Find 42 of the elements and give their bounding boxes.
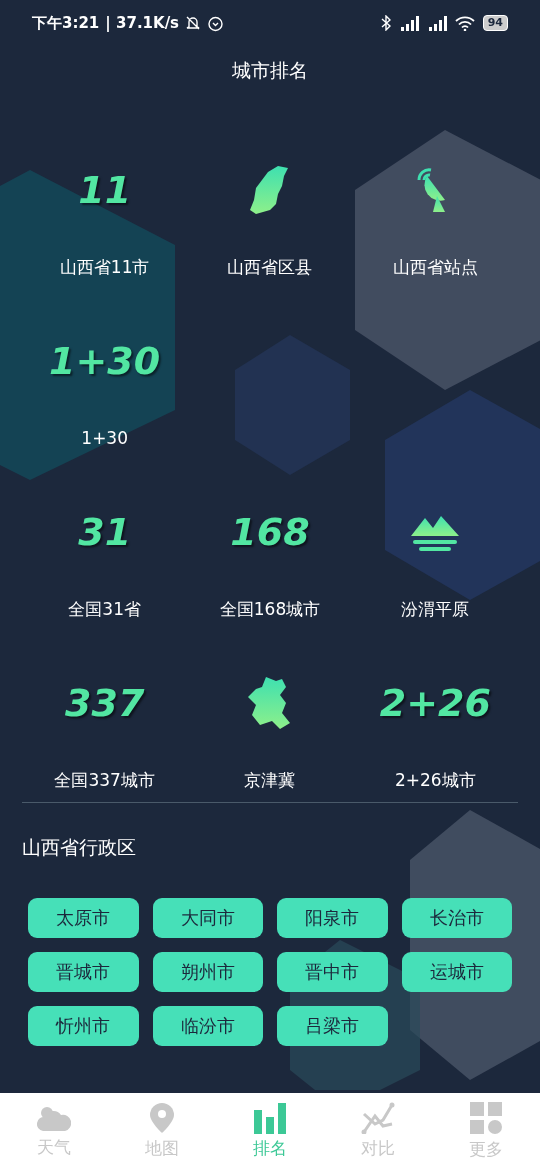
line-chart-icon xyxy=(361,1101,395,1134)
city-chip[interactable]: 阳泉市 xyxy=(277,897,388,938)
city-chip[interactable]: 晋中市 xyxy=(277,951,388,992)
alarm-icon xyxy=(207,14,225,32)
ranking-label[interactable]: 汾渭平原 xyxy=(401,597,470,623)
ranking-label[interactable]: 山西省11市 xyxy=(59,255,150,281)
wifi-icon xyxy=(454,15,475,31)
battery-indicator: 94 xyxy=(482,15,508,31)
ranking-label[interactable]: 全国337城市 xyxy=(54,768,155,794)
network-speed: | 37.1K/s xyxy=(105,12,180,34)
city-chip[interactable]: 大同市 xyxy=(152,897,263,938)
city-chip[interactable]: 长治市 xyxy=(401,897,512,938)
location-pin-icon xyxy=(149,1101,175,1134)
city-chip[interactable]: 太原市 xyxy=(28,897,139,938)
bell-off-icon xyxy=(185,15,202,31)
number-glyph: 2+26 xyxy=(379,684,491,722)
ranking-label[interactable]: 1+30 xyxy=(81,426,128,452)
ranking-label[interactable]: 全国31省 xyxy=(68,597,141,623)
ranking-label[interactable]: 2+26城市 xyxy=(394,768,476,794)
city-chip[interactable]: 忻州市 xyxy=(28,1005,139,1046)
number-glyph: 31 xyxy=(78,513,132,551)
signal-icon xyxy=(398,15,419,31)
city-chip[interactable]: 运城市 xyxy=(401,951,512,992)
city-chip[interactable]: 吕梁市 xyxy=(277,1005,388,1046)
city-chip[interactable]: 晋城市 xyxy=(28,951,139,992)
bluetooth-icon xyxy=(380,15,391,31)
signal-icon xyxy=(426,15,447,31)
number-glyph: 337 xyxy=(65,684,145,722)
ranking-label[interactable]: 全国168城市 xyxy=(219,597,321,623)
ranking-label[interactable]: 京津冀 xyxy=(244,768,296,794)
number-glyph: 1+30 xyxy=(49,342,161,380)
status-time: 下午3:21 xyxy=(32,12,100,34)
city-chip[interactable]: 朔州市 xyxy=(152,951,263,992)
city-chip[interactable]: 临汾市 xyxy=(152,1005,263,1046)
number-glyph: 11 xyxy=(78,171,132,209)
page-title: 城市排名 xyxy=(232,57,308,83)
section-title: 山西省行政区 xyxy=(22,836,136,858)
ranking-label[interactable]: 山西省站点 xyxy=(392,255,478,281)
bar-chart-icon xyxy=(253,1101,287,1134)
grid-icon xyxy=(469,1100,503,1135)
number-glyph: 168 xyxy=(230,513,310,551)
ranking-label[interactable]: 山西省区县 xyxy=(227,255,313,281)
